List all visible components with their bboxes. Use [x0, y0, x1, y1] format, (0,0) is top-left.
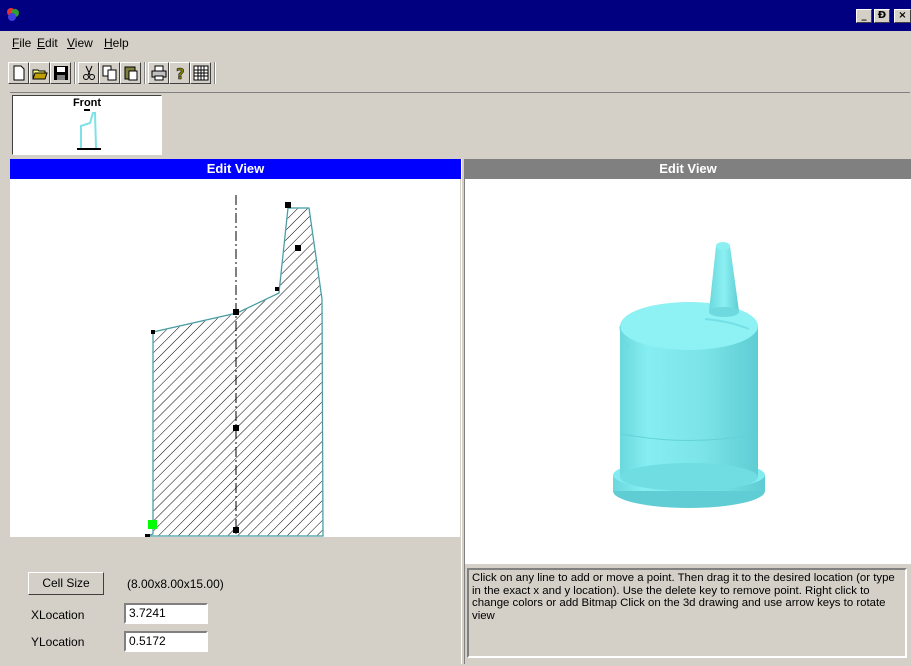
menu-help-key: H: [104, 36, 113, 50]
control-point[interactable]: [295, 245, 301, 251]
menu-help-rest: elp: [112, 36, 129, 50]
profile-drawing: [145, 195, 324, 551]
left-pane-header: Edit View: [10, 159, 461, 179]
toolbar-separator: [214, 62, 216, 84]
cut-button[interactable]: [78, 62, 99, 84]
menu-edit[interactable]: Edit: [37, 36, 58, 50]
new-button[interactable]: [8, 62, 29, 84]
profile-thumbnail-icon: [77, 109, 101, 150]
app-icon: [7, 8, 19, 21]
open-button[interactable]: [29, 62, 50, 84]
cell-size-value: (8.00x8.00x15.00): [127, 577, 224, 591]
menu-file[interactable]: File: [12, 36, 31, 50]
toolbar-separator: [144, 62, 146, 84]
control-point[interactable]: [233, 309, 239, 315]
copy-button[interactable]: [99, 62, 120, 84]
save-button[interactable]: [50, 62, 71, 84]
right-pane-header: Edit View: [465, 159, 911, 179]
svg-text:?: ?: [176, 65, 185, 81]
profile-edit-canvas[interactable]: [10, 179, 460, 551]
grid-icon: [193, 65, 209, 81]
help-icon: ?: [176, 65, 185, 81]
y-location-input[interactable]: 0.5172: [124, 631, 208, 652]
menu-bar: File Edit View Help: [0, 31, 911, 53]
control-point[interactable]: [151, 330, 155, 334]
menu-view-rest: iew: [74, 36, 93, 50]
paste-icon: [124, 66, 138, 81]
new-file-icon: [13, 65, 25, 81]
menu-view-key: V: [67, 36, 75, 50]
menu-help[interactable]: Help: [104, 36, 129, 50]
copy-icon: [102, 65, 117, 81]
print-icon: [151, 65, 167, 81]
minimize-button[interactable]: _: [856, 9, 872, 23]
x-location-label: XLocation: [31, 608, 85, 622]
point-controls-panel: Cell Size (8.00x8.00x15.00) XLocation 3.…: [10, 537, 460, 664]
menu-file-rest: ile: [19, 36, 32, 50]
control-point[interactable]: [285, 202, 291, 208]
title-bar: _ Ɖ ×: [0, 0, 911, 31]
thumbnail-front[interactable]: Front: [12, 95, 162, 155]
control-point[interactable]: [233, 527, 239, 533]
grid-button[interactable]: [190, 62, 211, 84]
view-thumbnail-strip: Front: [10, 92, 910, 156]
3d-preview-canvas[interactable]: [465, 179, 911, 564]
open-folder-icon: [32, 69, 48, 80]
help-text-box: Click on any line to add or move a point…: [467, 568, 907, 658]
cut-icon: [83, 65, 95, 80]
3d-model: [613, 242, 765, 508]
selected-control-point[interactable]: [148, 520, 157, 529]
print-button[interactable]: [148, 62, 169, 84]
profile-shape[interactable]: [146, 207, 324, 537]
menu-view[interactable]: View: [67, 36, 93, 50]
cell-size-button[interactable]: Cell Size: [28, 572, 104, 595]
restore-button[interactable]: Ɖ: [874, 9, 890, 23]
y-location-label: YLocation: [31, 635, 85, 649]
menu-edit-key: E: [37, 36, 46, 50]
toolbar-separator: [74, 62, 76, 84]
control-point[interactable]: [233, 425, 239, 431]
save-icon: [54, 66, 68, 80]
menu-edit-rest: dit: [45, 36, 58, 50]
x-location-input[interactable]: 3.7241: [124, 603, 208, 624]
close-button[interactable]: ×: [894, 9, 911, 23]
paste-button[interactable]: [120, 62, 141, 84]
control-point[interactable]: [275, 287, 279, 291]
help-button[interactable]: ?: [169, 62, 190, 84]
